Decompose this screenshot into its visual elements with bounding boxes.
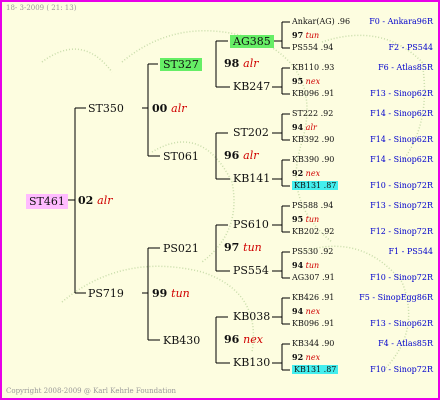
g2-gen: 96 nex (224, 334, 263, 345)
leaf-sire-origin: F1 - PS544 (388, 247, 433, 256)
g2-gen: 96 alr (224, 150, 259, 161)
leaf-gen-number: 97 (292, 30, 304, 40)
leaf-generation: 94 alr (292, 123, 317, 132)
g3-id[interactable]: KB038 (233, 311, 270, 322)
leaf-generation: 92 nex (292, 169, 320, 178)
g1-id[interactable]: PS719 (88, 288, 124, 299)
g2-id[interactable]: ST061 (163, 151, 199, 162)
g3-id[interactable]: ST202 (233, 127, 269, 138)
g3-id[interactable]: PS610 (233, 219, 269, 230)
g2-gen: 98 alr (224, 58, 259, 69)
g2-species: tun (243, 241, 262, 254)
leaf-gen-number: 92 (292, 168, 304, 178)
leaf-species: tun (303, 215, 320, 224)
date-header: 18- 3-2009 ( 21: 13) (6, 4, 77, 12)
g3-id[interactable]: PS554 (233, 265, 269, 276)
leaf-species: nex (303, 307, 321, 316)
g1-gen-number: 99 (152, 287, 168, 300)
leaf-generation: 97 tun (292, 31, 319, 40)
g1-gen: 00 alr (152, 103, 187, 114)
leaf-sire-origin: F14 - Sinop62R (370, 155, 433, 164)
g2-gen-number: 96 (224, 149, 240, 162)
leaf-species: nex (303, 169, 321, 178)
leaf-gen-number: 94 (292, 122, 304, 132)
root-generation: 02 alr (78, 195, 113, 206)
leaf-dam-origin: F10 - Sinop72R (370, 181, 433, 190)
leaf-generation: 94 tun (292, 261, 319, 270)
leaf-dam-origin: F10 - Sinop72R (370, 273, 433, 282)
g2-species: nex (243, 333, 263, 346)
g2-species: alr (243, 57, 259, 70)
g1-gen-number: 00 (152, 102, 168, 115)
leaf-species: alr (303, 123, 317, 132)
leaf-gen-number: 95 (292, 214, 304, 224)
copyright-footer: Copyright 2008-2009 @ Karl Kehrle Founda… (6, 387, 177, 395)
leaf-gen-number: 94 (292, 306, 304, 316)
leaf-sire-origin: F5 - SinopEgg86R (359, 293, 433, 302)
leaf-gen-number: 92 (292, 352, 304, 362)
g2-id[interactable]: ST327 (160, 58, 202, 71)
leaf-gen-number: 94 (292, 260, 304, 270)
root-gen-number: 02 (78, 194, 94, 207)
g3-id[interactable]: KB247 (233, 81, 270, 92)
leaf-sire-origin: F6 - Atlas85R (378, 63, 433, 72)
leaf-dam-origin: F14 - Sinop62R (370, 135, 433, 144)
leaf-species: tun (303, 261, 320, 270)
leaf-species: nex (303, 353, 321, 362)
g1-gen: 99 tun (152, 288, 190, 299)
g1-id[interactable]: ST350 (88, 103, 124, 114)
g1-species: alr (171, 102, 187, 115)
leaf-generation: 95 tun (292, 215, 319, 224)
leaf-sire-origin: F14 - Sinop62R (370, 109, 433, 118)
g2-id[interactable]: PS021 (163, 243, 199, 254)
g3-id[interactable]: KB130 (233, 357, 270, 368)
g3-id[interactable]: AG385 (230, 35, 274, 48)
leaf-dam-origin: F13 - Sinop62R (370, 89, 433, 98)
pedigree-frame: 18- 3-2009 ( 21: 13) Copyright 2008-2009… (0, 0, 440, 400)
root-bee-id[interactable]: ST461 (26, 194, 68, 209)
leaf-species: tun (303, 31, 320, 40)
leaf-generation: 92 nex (292, 353, 320, 362)
g2-gen-number: 97 (224, 241, 240, 254)
leaf-dam-origin: F12 - Sinop72R (370, 227, 433, 236)
g3-id[interactable]: KB141 (233, 173, 270, 184)
g2-id[interactable]: KB430 (163, 335, 200, 346)
leaf-species: nex (303, 77, 321, 86)
leaf-sire-origin: F13 - Sinop72R (370, 201, 433, 210)
leaf-sire-origin: F0 - Ankara96R (369, 17, 433, 26)
leaf-gen-number: 95 (292, 76, 304, 86)
g2-gen-number: 98 (224, 57, 240, 70)
leaf-generation: 94 nex (292, 307, 320, 316)
root-species: alr (97, 194, 113, 207)
g2-gen: 97 tun (224, 242, 262, 253)
leaf-dam-origin: F13 - Sinop62R (370, 319, 433, 328)
leaf-sire-origin: F4 - Atlas85R (378, 339, 433, 348)
leaf-dam-origin: F10 - Sinop72R (370, 365, 433, 374)
leaf-generation: 95 nex (292, 77, 320, 86)
leaf-dam-origin: F2 - PS544 (388, 43, 433, 52)
g2-gen-number: 96 (224, 333, 240, 346)
g1-species: tun (171, 287, 190, 300)
g2-species: alr (243, 149, 259, 162)
